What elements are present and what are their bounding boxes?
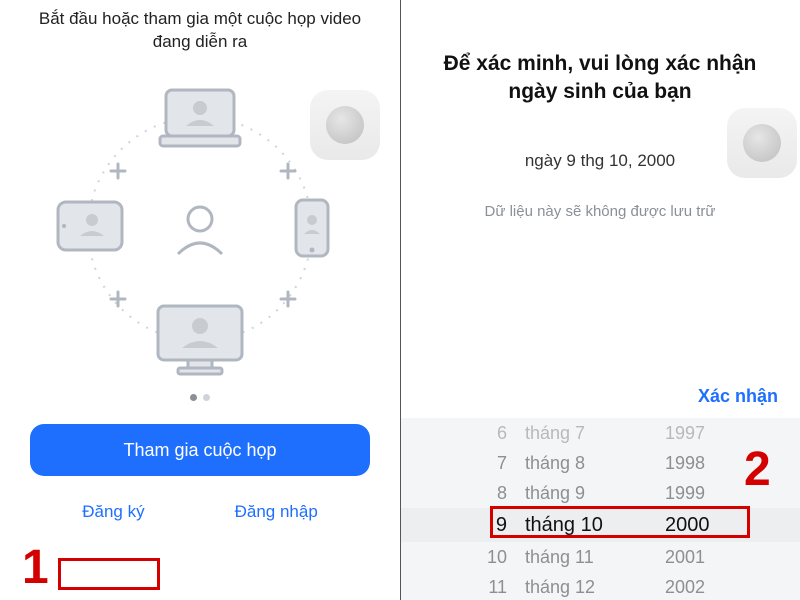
join-meeting-button[interactable]: Tham gia cuộc họp — [30, 424, 370, 476]
annotation-box-2 — [490, 506, 750, 538]
picker-row[interactable]: 11 tháng 12 2002 — [400, 572, 800, 600]
assistive-touch-icon[interactable] — [310, 90, 380, 160]
signup-link[interactable]: Đăng ký — [82, 502, 144, 522]
privacy-note: Dữ liệu này sẽ không được lưu trữ — [400, 203, 800, 220]
verify-title: Để xác minh, vui lòng xác nhận ngày sinh… — [400, 0, 800, 107]
confirm-button[interactable]: Xác nhận — [698, 386, 778, 407]
picker-row[interactable]: 6 tháng 7 1997 — [400, 418, 800, 448]
welcome-screen: Bắt đầu hoặc tham gia một cuộc họp video… — [0, 0, 400, 600]
picker-row[interactable]: 7 tháng 8 1998 — [400, 448, 800, 478]
pane-divider — [400, 0, 401, 600]
signin-link[interactable]: Đăng nhập — [235, 502, 318, 522]
assistive-touch-icon[interactable] — [727, 108, 797, 178]
picker-row[interactable]: 10 tháng 11 2001 — [400, 542, 800, 572]
annotation-number-2: 2 — [744, 442, 771, 497]
annotation-number-1: 1 — [22, 540, 49, 595]
welcome-title: Bắt đầu hoặc tham gia một cuộc họp video… — [0, 0, 400, 54]
annotation-box-1 — [58, 558, 160, 590]
picker-row[interactable]: 8 tháng 9 1999 — [400, 478, 800, 508]
